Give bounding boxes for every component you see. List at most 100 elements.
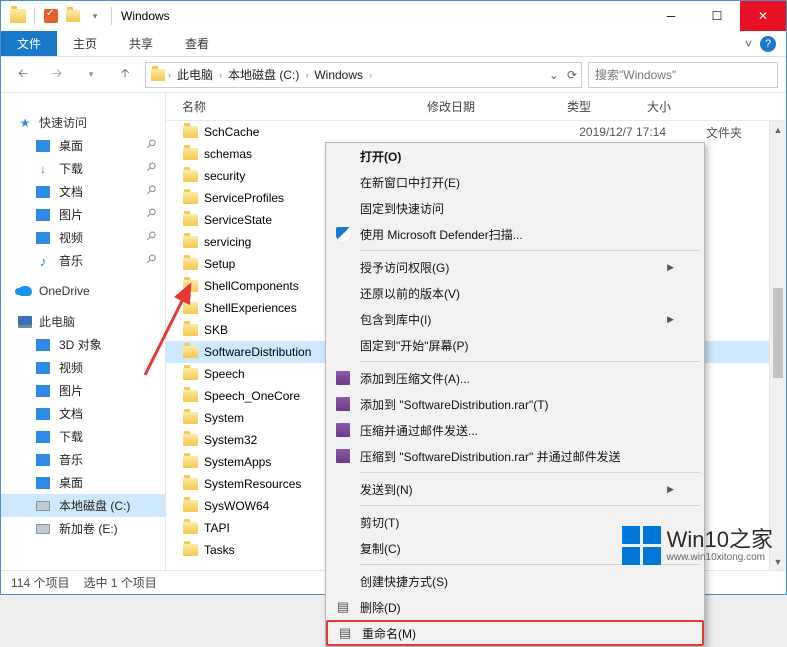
address-bar[interactable]: › 此电脑 › 本地磁盘 (C:) › Windows › ⌄ ⟳ (145, 62, 582, 88)
music-icon: ♪ (35, 253, 51, 269)
back-button[interactable]: 🡠 (9, 61, 37, 89)
context-menu: 打开(O) 在新窗口中打开(E) 固定到快速访问 使用 Microsoft De… (325, 142, 705, 647)
nav-toolbar: 🡠 🡢 ▾ 🡡 › 此电脑 › 本地磁盘 (C:) › Windows › ⌄ … (1, 57, 786, 93)
sidebar-item[interactable]: 视频 ⚲ (1, 226, 165, 249)
sidebar-item[interactable]: 本地磁盘 (C:) (1, 494, 165, 517)
menu-item[interactable]: ▤删除(D) (326, 594, 704, 620)
folder-icon (182, 454, 198, 470)
tab-home[interactable]: 主页 (57, 31, 113, 56)
nav-pane: ★ 快速访问 桌面 ⚲ ↓ 下载 ⚲ 文档 ⚲ 图片 ⚲ 视频 ⚲ ♪ 音乐 (1, 93, 166, 570)
ribbon-tabs: 文件 主页 共享 查看 ˅ ? (1, 31, 786, 57)
menu-item[interactable]: 添加到压缩文件(A)... (326, 365, 704, 391)
col-name[interactable]: 名称 (182, 98, 427, 115)
sidebar-item[interactable]: 视频 (1, 356, 165, 379)
folder-icon (182, 476, 198, 492)
sidebar-item[interactable]: 新加卷 (E:) (1, 517, 165, 540)
folder-icon (9, 7, 27, 25)
menu-item[interactable]: 包含到库中(I) ▶ (326, 306, 704, 332)
tab-share[interactable]: 共享 (113, 31, 169, 56)
minimize-button[interactable]: ─ (648, 1, 694, 31)
menu-item[interactable]: ▤重命名(M) (326, 620, 704, 646)
pin-icon: ⚲ (143, 204, 163, 224)
menu-item[interactable]: 还原以前的版本(V) (326, 280, 704, 306)
sidebar-item[interactable]: ♪ 音乐 ⚲ (1, 249, 165, 272)
refresh-icon[interactable]: ⟳ (567, 68, 577, 82)
scroll-thumb[interactable] (773, 288, 783, 378)
menu-item[interactable]: 授予访问权限(G) ▶ (326, 254, 704, 280)
breadcrumb-drive[interactable]: 本地磁盘 (C:) (224, 64, 303, 85)
menu-item[interactable]: 发送到(N) ▶ (326, 476, 704, 502)
menu-item[interactable]: 压缩到 "SoftwareDistribution.rar" 并通过邮件发送 (326, 443, 704, 469)
menu-item[interactable]: 使用 Microsoft Defender扫描... (326, 221, 704, 247)
sidebar-item[interactable]: 音乐 (1, 448, 165, 471)
recent-dropdown[interactable]: ▾ (77, 61, 105, 89)
col-size[interactable]: 大小 (647, 98, 671, 115)
pin-icon: ⚲ (143, 250, 163, 270)
download-icon: ↓ (35, 161, 51, 177)
sidebar-item[interactable]: 图片 ⚲ (1, 203, 165, 226)
doc-icon (35, 184, 51, 200)
folder-icon (35, 337, 51, 353)
address-dropdown-icon[interactable]: ⌄ (549, 68, 559, 82)
disk-icon (35, 521, 51, 537)
qat-item-icon[interactable] (64, 7, 82, 25)
folder-icon (182, 256, 198, 272)
chevron-right-icon[interactable]: › (369, 70, 372, 80)
chevron-right-icon[interactable]: › (305, 70, 308, 80)
forward-button: 🡢 (43, 61, 71, 89)
menu-item[interactable]: 固定到"开始"屏幕(P) (326, 332, 704, 358)
folder-icon (182, 322, 198, 338)
desktop-icon (35, 138, 51, 154)
sidebar-item[interactable]: 3D 对象 (1, 333, 165, 356)
menu-separator (360, 361, 700, 362)
sidebar-item[interactable]: 下载 (1, 425, 165, 448)
chevron-right-icon[interactable]: › (168, 70, 171, 80)
search-input[interactable]: 搜索"Windows" (588, 62, 778, 88)
sidebar-item[interactable]: 桌面 ⚲ (1, 134, 165, 157)
watermark-logo: Win10之家 www.win10xitong.com (622, 526, 773, 565)
menu-item[interactable]: 添加到 "SoftwareDistribution.rar"(T) (326, 391, 704, 417)
folder-icon (35, 475, 51, 491)
chevron-right-icon[interactable]: › (219, 70, 222, 80)
help-icon[interactable]: ? (760, 36, 776, 52)
menu-item[interactable]: 压缩并通过邮件发送... (326, 417, 704, 443)
onedrive-item[interactable]: OneDrive (1, 280, 165, 302)
tab-view[interactable]: 查看 (169, 31, 225, 56)
action-icon: ▤ (337, 625, 353, 641)
folder-icon (182, 432, 198, 448)
maximize-button[interactable]: ☐ (694, 1, 740, 31)
sidebar-item[interactable]: 桌面 (1, 471, 165, 494)
selection-count: 选中 1 个项目 (83, 574, 156, 591)
menu-item[interactable]: 在新窗口中打开(E) (326, 169, 704, 195)
menu-item[interactable]: 打开(O) (326, 143, 704, 169)
col-type[interactable]: 类型 (567, 98, 647, 115)
chevron-right-icon: ▶ (667, 314, 674, 325)
sidebar-item[interactable]: 图片 (1, 379, 165, 402)
scrollbar[interactable]: ▲ ▼ (769, 121, 786, 570)
scroll-up-icon[interactable]: ▲ (770, 121, 786, 138)
chevron-down-icon[interactable]: ▾ (86, 7, 104, 25)
folder-icon (182, 146, 198, 162)
folder-icon (182, 388, 198, 404)
up-button[interactable]: 🡡 (111, 61, 139, 89)
menu-item[interactable]: 创建快捷方式(S) (326, 568, 704, 594)
archive-icon (335, 448, 351, 464)
file-row[interactable]: SchCache2019/12/7 17:14文件夹 (166, 121, 786, 143)
breadcrumb-pc[interactable]: 此电脑 (173, 64, 217, 85)
tab-file[interactable]: 文件 (1, 31, 57, 56)
title-bar: ▾ Windows ─ ☐ ✕ (1, 1, 786, 31)
sidebar-item[interactable]: ↓ 下载 ⚲ (1, 157, 165, 180)
folder-icon (35, 383, 51, 399)
this-pc-header[interactable]: 此电脑 (1, 310, 165, 333)
close-button[interactable]: ✕ (740, 1, 786, 31)
sidebar-item[interactable]: 文档 ⚲ (1, 180, 165, 203)
folder-icon (182, 124, 198, 140)
col-date[interactable]: 修改日期 (427, 98, 567, 115)
sidebar-item[interactable]: 文档 (1, 402, 165, 425)
ribbon-expand-icon[interactable]: ˅ (745, 37, 752, 51)
quick-access-header[interactable]: ★ 快速访问 (1, 111, 165, 134)
breadcrumb-folder[interactable]: Windows (310, 66, 367, 84)
properties-icon[interactable] (42, 7, 60, 25)
menu-item[interactable]: 固定到快速访问 (326, 195, 704, 221)
menu-separator (360, 250, 700, 251)
